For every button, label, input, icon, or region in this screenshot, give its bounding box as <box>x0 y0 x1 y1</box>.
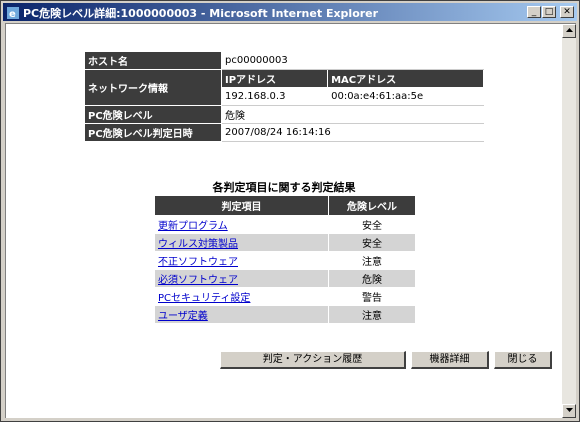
window-title: PC危険レベル詳細:1000000003 - Microsoft Interne… <box>23 7 379 20</box>
close-window-button[interactable]: ✕ <box>560 6 574 18</box>
page-content: ホスト名 pc00000003 ネットワーク情報 IPアドレス MACアドレス … <box>5 23 576 418</box>
date-label: PC危険レベル判定日時 <box>84 123 222 142</box>
level-cell: 安全 <box>328 233 416 252</box>
item-cell: 不正ソフトウェア <box>154 251 329 270</box>
network-label: ネットワーク情報 <box>84 69 222 106</box>
title-bar[interactable]: e PC危険レベル詳細:1000000003 - Microsoft Inter… <box>3 3 577 21</box>
table-row: ウィルス対策製品 安全 <box>154 233 416 252</box>
risk-value: 危険 <box>221 105 484 124</box>
table-row: 必須ソフトウェア 危険 <box>154 269 416 288</box>
results-header-row: 判定項目 危険レベル <box>154 195 416 216</box>
mac-value: 00:0a:e4:61:aa:5e <box>327 87 484 106</box>
browser-window: e PC危険レベル詳細:1000000003 - Microsoft Inter… <box>0 0 580 422</box>
close-button[interactable]: 閉じる <box>494 351 552 369</box>
item-link-update-program[interactable]: 更新プログラム <box>158 221 228 232</box>
svg-text:e: e <box>9 9 16 20</box>
item-cell: PCセキュリティ設定 <box>154 287 329 306</box>
item-link-pc-security[interactable]: PCセキュリティ設定 <box>158 293 250 304</box>
ip-value: 192.168.0.3 <box>220 87 329 106</box>
risk-row: PC危険レベル 危険 <box>84 105 484 124</box>
level-cell: 注意 <box>328 305 416 324</box>
level-cell: 注意 <box>328 251 416 270</box>
arrow-up-icon <box>566 28 573 32</box>
table-row: 不正ソフトウェア 注意 <box>154 251 416 270</box>
internet-explorer-icon: e <box>6 5 20 20</box>
network-header-row: ネットワーク情報 IPアドレス MACアドレス <box>84 69 484 106</box>
table-row: ユーザ定義 注意 <box>154 305 416 324</box>
device-detail-button[interactable]: 機器詳細 <box>411 351 489 369</box>
level-cell: 警告 <box>328 287 416 306</box>
scroll-down-button[interactable] <box>562 404 576 418</box>
arrow-down-icon <box>566 408 573 412</box>
host-row: ホスト名 pc00000003 <box>84 51 484 70</box>
item-link-antivirus[interactable]: ウィルス対策製品 <box>158 239 238 250</box>
item-cell: ユーザ定義 <box>154 305 329 324</box>
table-row: PCセキュリティ設定 警告 <box>154 287 416 306</box>
host-label: ホスト名 <box>84 51 222 70</box>
level-column-header: 危険レベル <box>328 195 416 216</box>
table-row: 更新プログラム 安全 <box>154 215 416 234</box>
scroll-up-button[interactable] <box>562 24 576 38</box>
maximize-button[interactable]: □ <box>542 6 556 18</box>
host-value: pc00000003 <box>221 51 484 70</box>
item-link-unauthorized-software[interactable]: 不正ソフトウェア <box>158 257 238 268</box>
item-link-user-defined[interactable]: ユーザ定義 <box>158 311 208 322</box>
item-cell: 必須ソフトウェア <box>154 269 329 288</box>
ip-label: IPアドレス <box>220 69 329 88</box>
date-value: 2007/08/24 16:14:16 <box>221 123 484 142</box>
minimize-button[interactable]: _ <box>527 6 541 18</box>
item-cell: 更新プログラム <box>154 215 329 234</box>
level-cell: 安全 <box>328 215 416 234</box>
level-cell: 危険 <box>328 269 416 288</box>
pc-info-table: ホスト名 pc00000003 ネットワーク情報 IPアドレス MACアドレス … <box>84 51 484 142</box>
risk-label: PC危険レベル <box>84 105 222 124</box>
history-button[interactable]: 判定・アクション履歴 <box>220 351 406 369</box>
item-column-header: 判定項目 <box>154 195 329 216</box>
item-cell: ウィルス対策製品 <box>154 233 329 252</box>
mac-label: MACアドレス <box>327 69 484 88</box>
results-title: 各判定項目に関する判定結果 <box>212 181 356 194</box>
vertical-scrollbar[interactable] <box>562 24 576 418</box>
results-table: 判定項目 危険レベル 更新プログラム 安全 ウィルス対策製品 安全 不正ソフトウ… <box>154 195 416 324</box>
item-link-required-software[interactable]: 必須ソフトウェア <box>158 275 238 286</box>
date-row: PC危険レベル判定日時 2007/08/24 16:14:16 <box>84 123 484 142</box>
